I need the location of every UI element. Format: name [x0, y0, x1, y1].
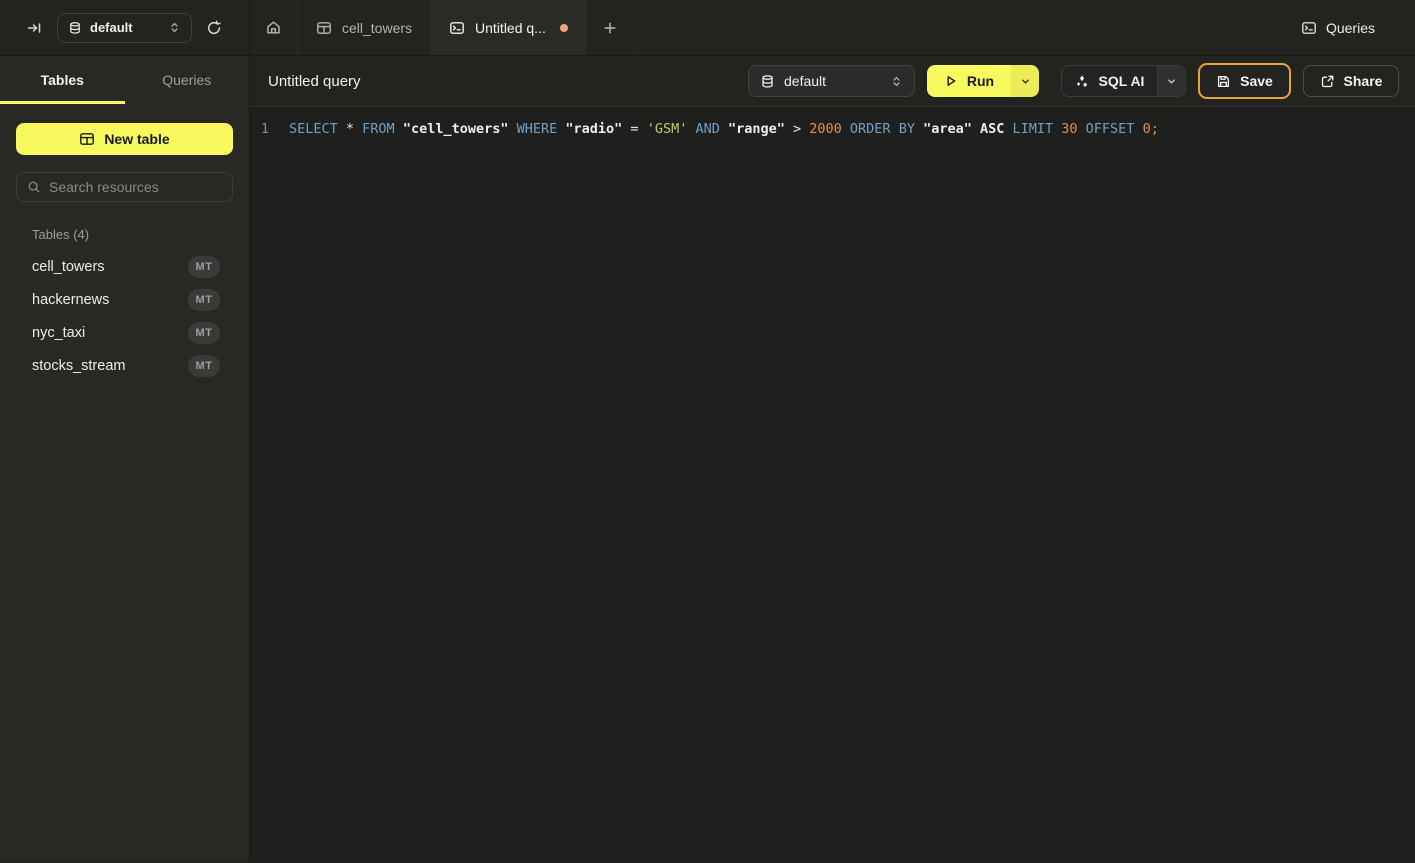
database-selector-value: default — [90, 20, 160, 35]
unsaved-dot — [560, 24, 568, 32]
sidebar-tab-tables-label: Tables — [41, 72, 84, 88]
search-resources-box — [16, 172, 233, 202]
sidebar-tab-queries[interactable]: Queries — [125, 56, 250, 104]
sidebar-tab-tables[interactable]: Tables — [0, 56, 125, 104]
sidebar: Tables Queries New table — [0, 56, 250, 862]
run-button[interactable]: Run — [927, 65, 1039, 97]
search-input[interactable] — [49, 179, 230, 195]
save-button-label: Save — [1240, 73, 1273, 89]
table-engine-badge: MT — [188, 289, 220, 311]
share-button-label: Share — [1344, 73, 1383, 89]
toolbar-database-selector[interactable]: default — [748, 65, 915, 97]
topbar: default — [0, 0, 1415, 56]
table-name: stocks_stream — [32, 358, 188, 374]
query-icon — [449, 20, 465, 36]
queries-button-label: Queries — [1326, 20, 1375, 36]
new-table-button[interactable]: New table — [16, 123, 233, 155]
code-line: 1 SELECT * FROM "cell_towers" WHERE "rad… — [250, 119, 1415, 140]
table-name: hackernews — [32, 292, 188, 308]
sql-editor[interactable]: 1 SELECT * FROM "cell_towers" WHERE "rad… — [250, 107, 1415, 862]
main-panel: Untitled query default — [250, 56, 1415, 862]
run-button-main[interactable]: Run — [927, 65, 1011, 97]
line-number: 1 — [250, 119, 280, 140]
table-row[interactable]: nyc_taxi MT — [0, 316, 249, 349]
table-engine-badge: MT — [188, 322, 220, 344]
sparkles-icon — [1075, 74, 1090, 89]
tab-label: cell_towers — [342, 20, 412, 36]
topbar-database-selector[interactable]: default — [57, 13, 192, 43]
refresh-icon[interactable] — [206, 20, 222, 36]
table-engine-badge: MT — [188, 256, 220, 278]
play-icon — [944, 74, 958, 88]
page-title: Untitled query — [268, 73, 361, 90]
table-row[interactable]: cell_towers MT — [0, 250, 249, 283]
updown-chevron-icon — [168, 21, 181, 34]
database-icon — [68, 21, 82, 35]
sql-ai-button-label: SQL AI — [1099, 73, 1145, 89]
run-button-label: Run — [967, 73, 994, 89]
search-icon — [27, 180, 41, 194]
updown-chevron-icon — [890, 75, 903, 88]
save-button[interactable]: Save — [1198, 63, 1291, 99]
sidebar-tabs: Tables Queries — [0, 56, 249, 104]
query-toolbar: Untitled query default — [250, 56, 1415, 107]
chevron-down-icon — [1166, 76, 1177, 87]
collapse-sidebar-icon[interactable] — [26, 20, 42, 36]
tab-home[interactable] — [250, 0, 298, 55]
home-icon — [265, 19, 282, 36]
table-row[interactable]: stocks_stream MT — [0, 349, 249, 382]
table-name: nyc_taxi — [32, 325, 188, 341]
tables-section-label: Tables (4) — [32, 227, 249, 242]
table-row[interactable]: hackernews MT — [0, 283, 249, 316]
sidebar-tab-queries-label: Queries — [162, 72, 211, 88]
sql-ai-options-caret[interactable] — [1157, 66, 1185, 96]
chevron-down-icon — [1020, 76, 1031, 87]
topbar-left-section: default — [0, 0, 250, 55]
tab-label: Untitled q... — [475, 20, 546, 36]
query-icon — [1301, 20, 1317, 36]
table-engine-badge: MT — [188, 355, 220, 377]
table-list: cell_towers MT hackernews MT nyc_taxi MT… — [0, 250, 249, 382]
tab-cell-towers[interactable]: cell_towers — [298, 0, 431, 55]
database-icon — [760, 74, 775, 89]
plus-icon — [602, 20, 618, 36]
tab-untitled-query[interactable]: Untitled q... — [431, 0, 587, 55]
sql-ai-button[interactable]: SQL AI — [1061, 65, 1186, 97]
table-icon — [79, 131, 95, 147]
new-tab-button[interactable] — [587, 0, 635, 55]
sql-ai-button-main[interactable]: SQL AI — [1062, 66, 1157, 96]
table-name: cell_towers — [32, 259, 188, 275]
run-options-caret[interactable] — [1011, 65, 1039, 97]
share-button[interactable]: Share — [1303, 65, 1399, 97]
tabstrip: cell_towers Untitled q... — [250, 0, 1415, 55]
queries-button[interactable]: Queries — [1301, 20, 1375, 36]
database-selector-value: default — [784, 73, 881, 89]
topbar-spacer — [635, 0, 1301, 55]
share-icon — [1320, 74, 1335, 89]
save-icon — [1216, 74, 1231, 89]
table-icon — [316, 20, 332, 36]
sql-line-code: SELECT * FROM "cell_towers" WHERE "radio… — [289, 119, 1159, 140]
new-table-button-label: New table — [104, 131, 169, 147]
